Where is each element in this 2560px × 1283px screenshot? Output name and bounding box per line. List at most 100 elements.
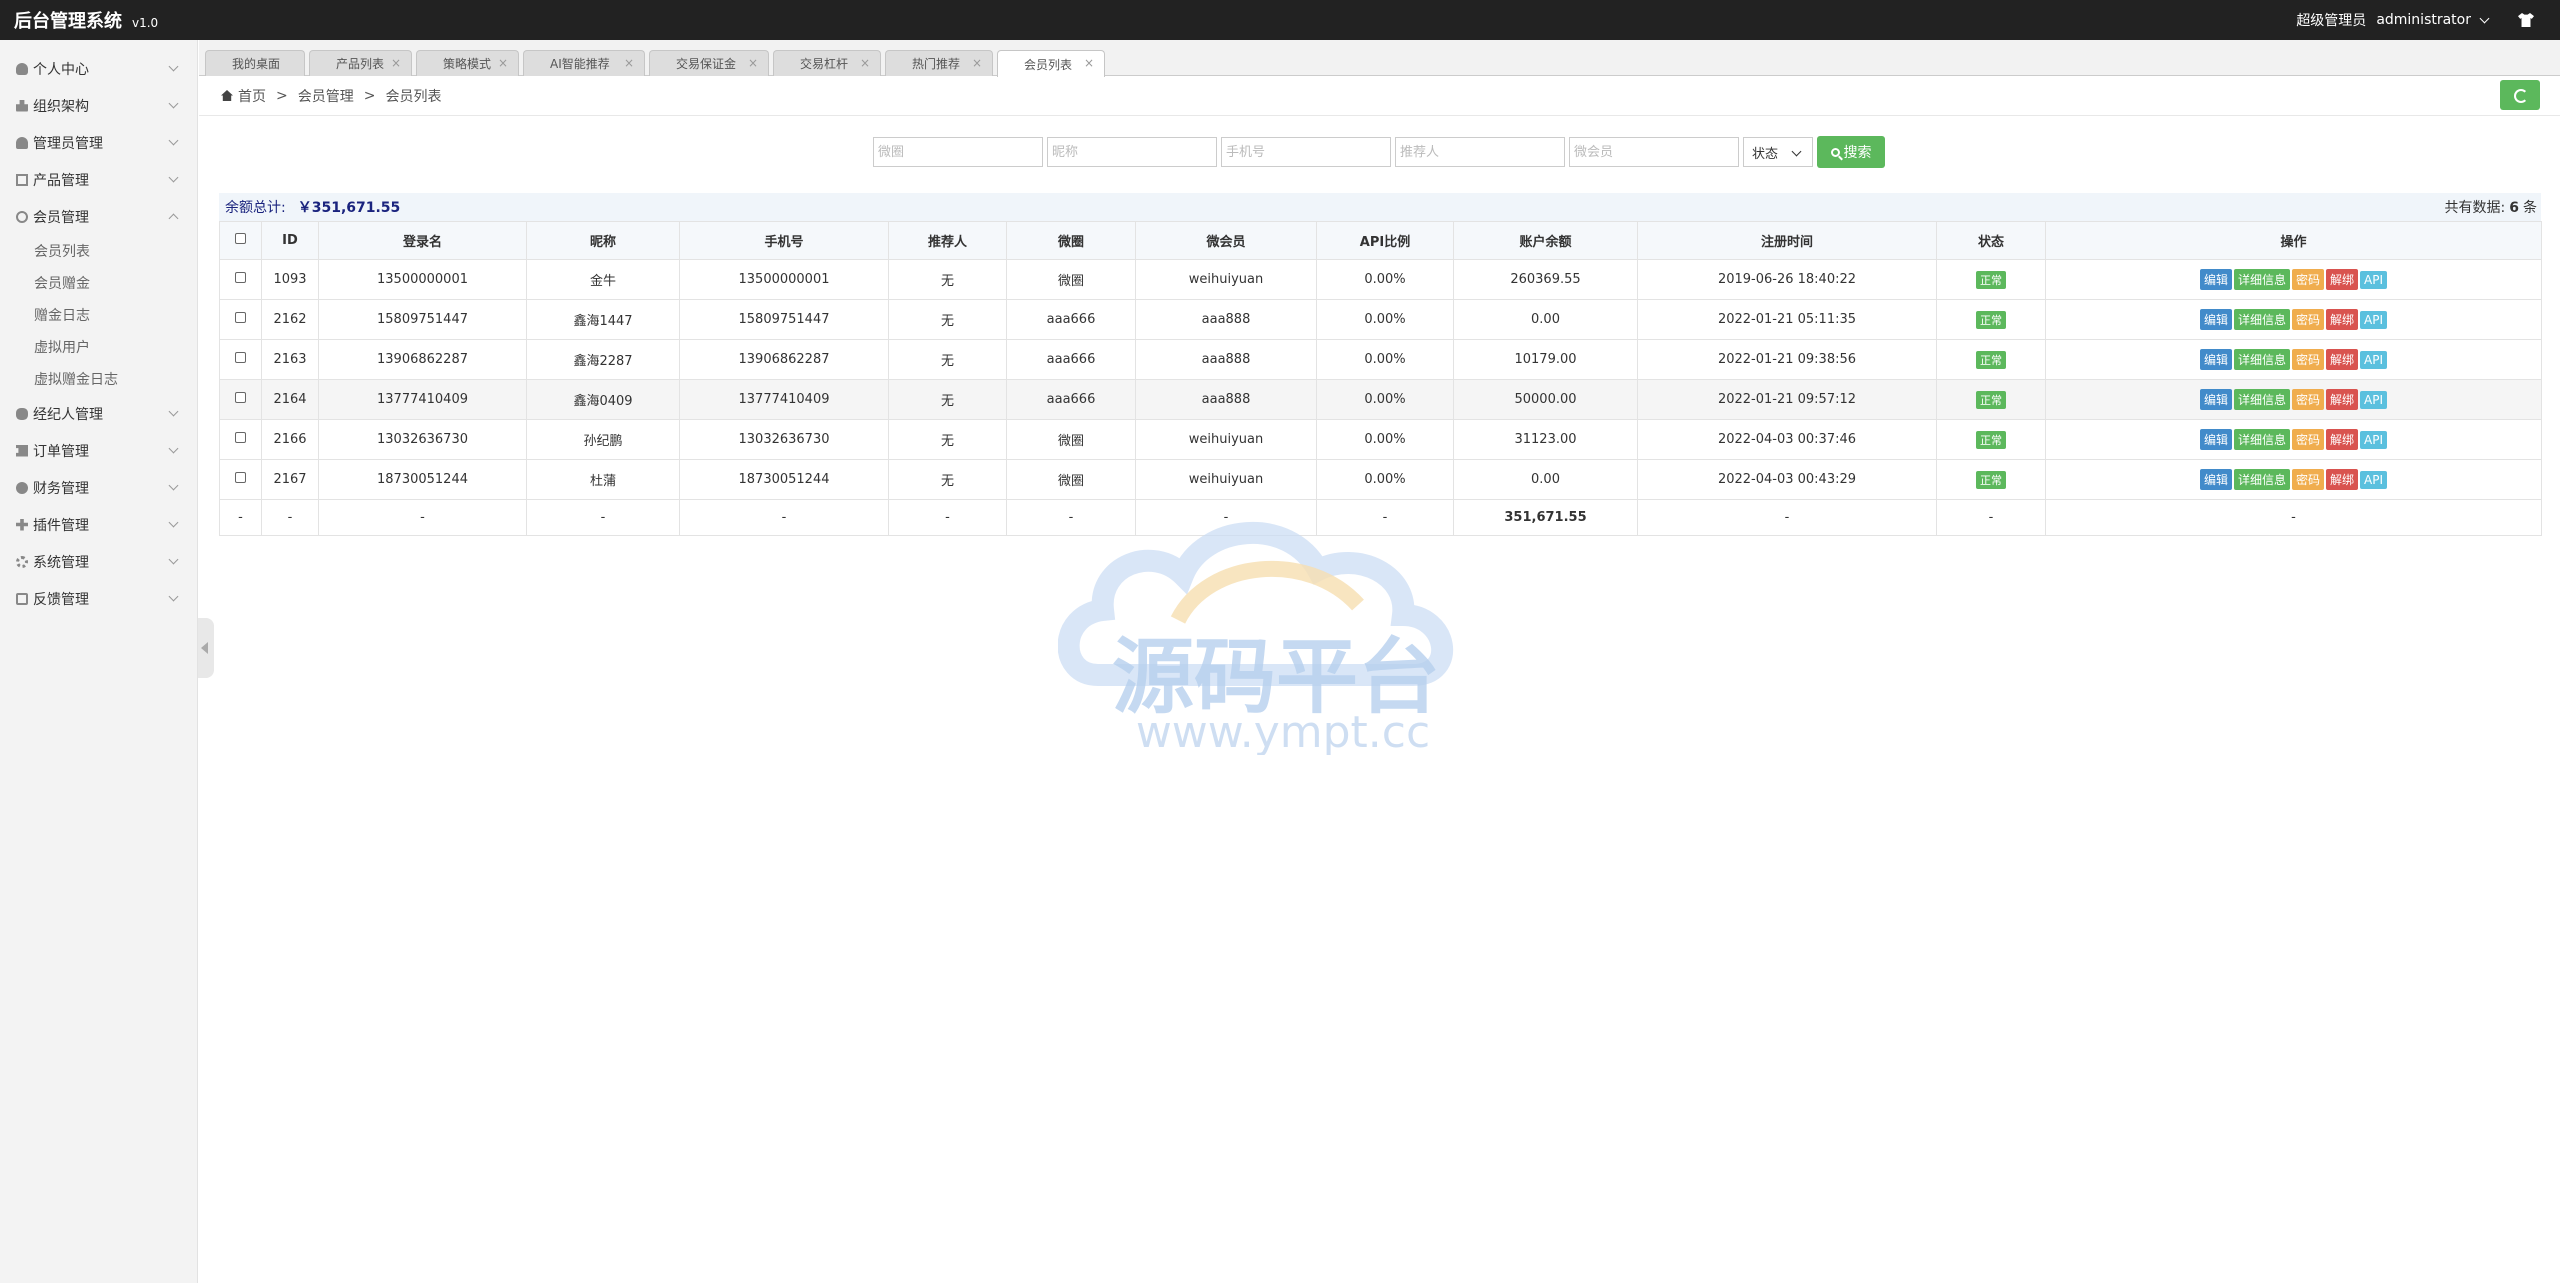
sidebar-subitem-virtual-user[interactable]: 虚拟用户 (0, 331, 197, 363)
sidebar-item-finance-management[interactable]: 财务管理 (0, 469, 197, 506)
select-all-checkbox[interactable] (235, 233, 246, 244)
details-button[interactable]: 详细信息 (2233, 429, 2290, 450)
tab-member-list[interactable]: 会员列表 × (997, 50, 1105, 77)
edit-button[interactable]: 编辑 (2199, 309, 2232, 330)
details-button[interactable]: 详细信息 (2233, 349, 2290, 370)
close-icon[interactable]: × (624, 56, 634, 70)
phone-input[interactable] (1221, 137, 1391, 167)
status-badge: 正常 (1976, 390, 2006, 409)
table-row: 2166 13032636730 孙纪鹏 13032636730 无微圈 weihuiyu… (219, 419, 2542, 460)
row-checkbox[interactable] (235, 312, 246, 323)
unbind-button[interactable]: 解绑 (2326, 269, 2359, 290)
row-checkbox[interactable] (235, 472, 246, 483)
sidebar-item-member-management[interactable]: 会员管理 (0, 198, 197, 235)
tab-trade-leverage[interactable]: 交易杠杆 × (773, 50, 881, 76)
feedback-icon (16, 592, 28, 605)
weiquan-input[interactable] (873, 137, 1043, 167)
col-weiquan: 微圈 (1006, 221, 1136, 260)
edit-button[interactable]: 编辑 (2199, 389, 2232, 410)
row-checkbox[interactable] (235, 432, 246, 443)
col-referrer: 推荐人 (888, 221, 1007, 260)
tab-trade-margin[interactable]: 交易保证金 × (649, 50, 769, 76)
sidebar-item-product-management[interactable]: 产品管理 (0, 161, 197, 198)
edit-button[interactable]: 编辑 (2199, 269, 2232, 290)
unbind-button[interactable]: 解绑 (2326, 469, 2359, 490)
chevron-down-icon (168, 517, 179, 528)
close-icon[interactable]: × (498, 56, 508, 70)
edit-button[interactable]: 编辑 (2199, 469, 2232, 490)
sidebar-item-organization[interactable]: 组织架构 (0, 87, 197, 124)
unbind-button[interactable]: 解绑 (2326, 349, 2359, 370)
search-button[interactable]: 搜索 (1817, 136, 1885, 168)
tab-product-list[interactable]: 产品列表 × (309, 50, 412, 76)
breadcrumb-home[interactable]: 首页 (238, 86, 266, 106)
unbind-button[interactable]: 解绑 (2326, 309, 2359, 330)
api-button[interactable]: API (2360, 311, 2388, 329)
close-icon[interactable]: × (972, 56, 982, 70)
tab-my-desktop[interactable]: 我的桌面 (205, 50, 305, 76)
sidebar-subitem-member-bonus[interactable]: 会员赠金 (0, 267, 197, 299)
chevron-down-icon (168, 172, 179, 183)
refresh-button[interactable] (2500, 80, 2540, 110)
agent-icon (16, 407, 28, 420)
api-button[interactable]: API (2360, 271, 2388, 289)
col-register-time: 注册时间 (1637, 221, 1937, 260)
edit-button[interactable]: 编辑 (2199, 429, 2232, 450)
details-button[interactable]: 详细信息 (2233, 469, 2290, 490)
tab-strategy-mode[interactable]: 策略模式 × (416, 50, 519, 76)
top-bar: 后台管理系统 v1.0 超级管理员 administrator (0, 0, 2560, 40)
close-icon[interactable]: × (860, 56, 870, 70)
password-button[interactable]: 密码 (2292, 269, 2325, 290)
sidebar-subitem-bonus-log[interactable]: 赠金日志 (0, 299, 197, 331)
status-select[interactable]: 状态 (1743, 137, 1813, 167)
record-count: 共有数据: 6 条 (2444, 200, 2537, 216)
breadcrumb-member-management[interactable]: 会员管理 (298, 86, 354, 106)
details-button[interactable]: 详细信息 (2233, 309, 2290, 330)
col-nickname: 昵称 (526, 221, 680, 260)
referrer-input[interactable] (1395, 137, 1565, 167)
chevron-down-icon (168, 406, 179, 417)
sidebar-item-admin-management[interactable]: 管理员管理 (0, 124, 197, 161)
password-button[interactable]: 密码 (2292, 309, 2325, 330)
unbind-button[interactable]: 解绑 (2326, 429, 2359, 450)
chevron-down-icon[interactable] (2479, 13, 2490, 23)
tab-bar: 我的桌面 产品列表 × 策略模式 × AI智能推荐 × 交易保证金 × 交易杠杆 × 热门… (199, 40, 2560, 77)
close-icon[interactable]: × (391, 56, 401, 70)
row-checkbox[interactable] (235, 392, 246, 403)
api-button[interactable]: API (2360, 431, 2388, 449)
password-button[interactable]: 密码 (2292, 429, 2325, 450)
row-checkbox[interactable] (235, 352, 246, 363)
details-button[interactable]: 详细信息 (2233, 389, 2290, 410)
user-menu[interactable]: 超级管理员 administrator (2296, 10, 2560, 30)
tab-hot-recommend[interactable]: 热门推荐 × (885, 50, 993, 76)
micro-member-input[interactable] (1569, 137, 1739, 167)
password-button[interactable]: 密码 (2292, 389, 2325, 410)
sidebar-item-feedback-management[interactable]: 反馈管理 (0, 580, 197, 617)
username[interactable]: administrator (2376, 12, 2471, 28)
row-checkbox[interactable] (235, 272, 246, 283)
nickname-input[interactable] (1047, 137, 1217, 167)
api-button[interactable]: API (2360, 391, 2388, 409)
theme-shirt-icon[interactable] (2518, 13, 2534, 27)
tab-ai-recommend[interactable]: AI智能推荐 × (523, 50, 645, 76)
unbind-button[interactable]: 解绑 (2326, 389, 2359, 410)
details-button[interactable]: 详细信息 (2233, 269, 2290, 290)
chevron-down-icon (168, 61, 179, 72)
sidebar-item-system-management[interactable]: 系统管理 (0, 543, 197, 580)
sidebar-collapse-handle[interactable] (198, 618, 214, 678)
sidebar-subitem-virtual-bonus-log[interactable]: 虚拟赠金日志 (0, 363, 197, 395)
sidebar-item-order-management[interactable]: 订单管理 (0, 432, 197, 469)
sidebar-subitem-member-list[interactable]: 会员列表 (0, 235, 197, 267)
api-button[interactable]: API (2360, 351, 2388, 369)
password-button[interactable]: 密码 (2292, 349, 2325, 370)
sidebar-item-plugin-management[interactable]: 插件管理 (0, 506, 197, 543)
sidebar-item-agent-management[interactable]: 经纪人管理 (0, 395, 197, 432)
sidebar-item-personal-center[interactable]: 个人中心 (0, 50, 197, 87)
close-icon[interactable]: × (748, 56, 758, 70)
close-icon[interactable]: × (1084, 56, 1094, 70)
balance-total-amount: ￥351,671.55 (297, 200, 401, 216)
edit-button[interactable]: 编辑 (2199, 349, 2232, 370)
api-button[interactable]: API (2360, 471, 2388, 489)
password-button[interactable]: 密码 (2292, 469, 2325, 490)
table-row: 1093 13500000001 金牛 13500000001 无微圈 weihuiyua… (219, 259, 2542, 300)
